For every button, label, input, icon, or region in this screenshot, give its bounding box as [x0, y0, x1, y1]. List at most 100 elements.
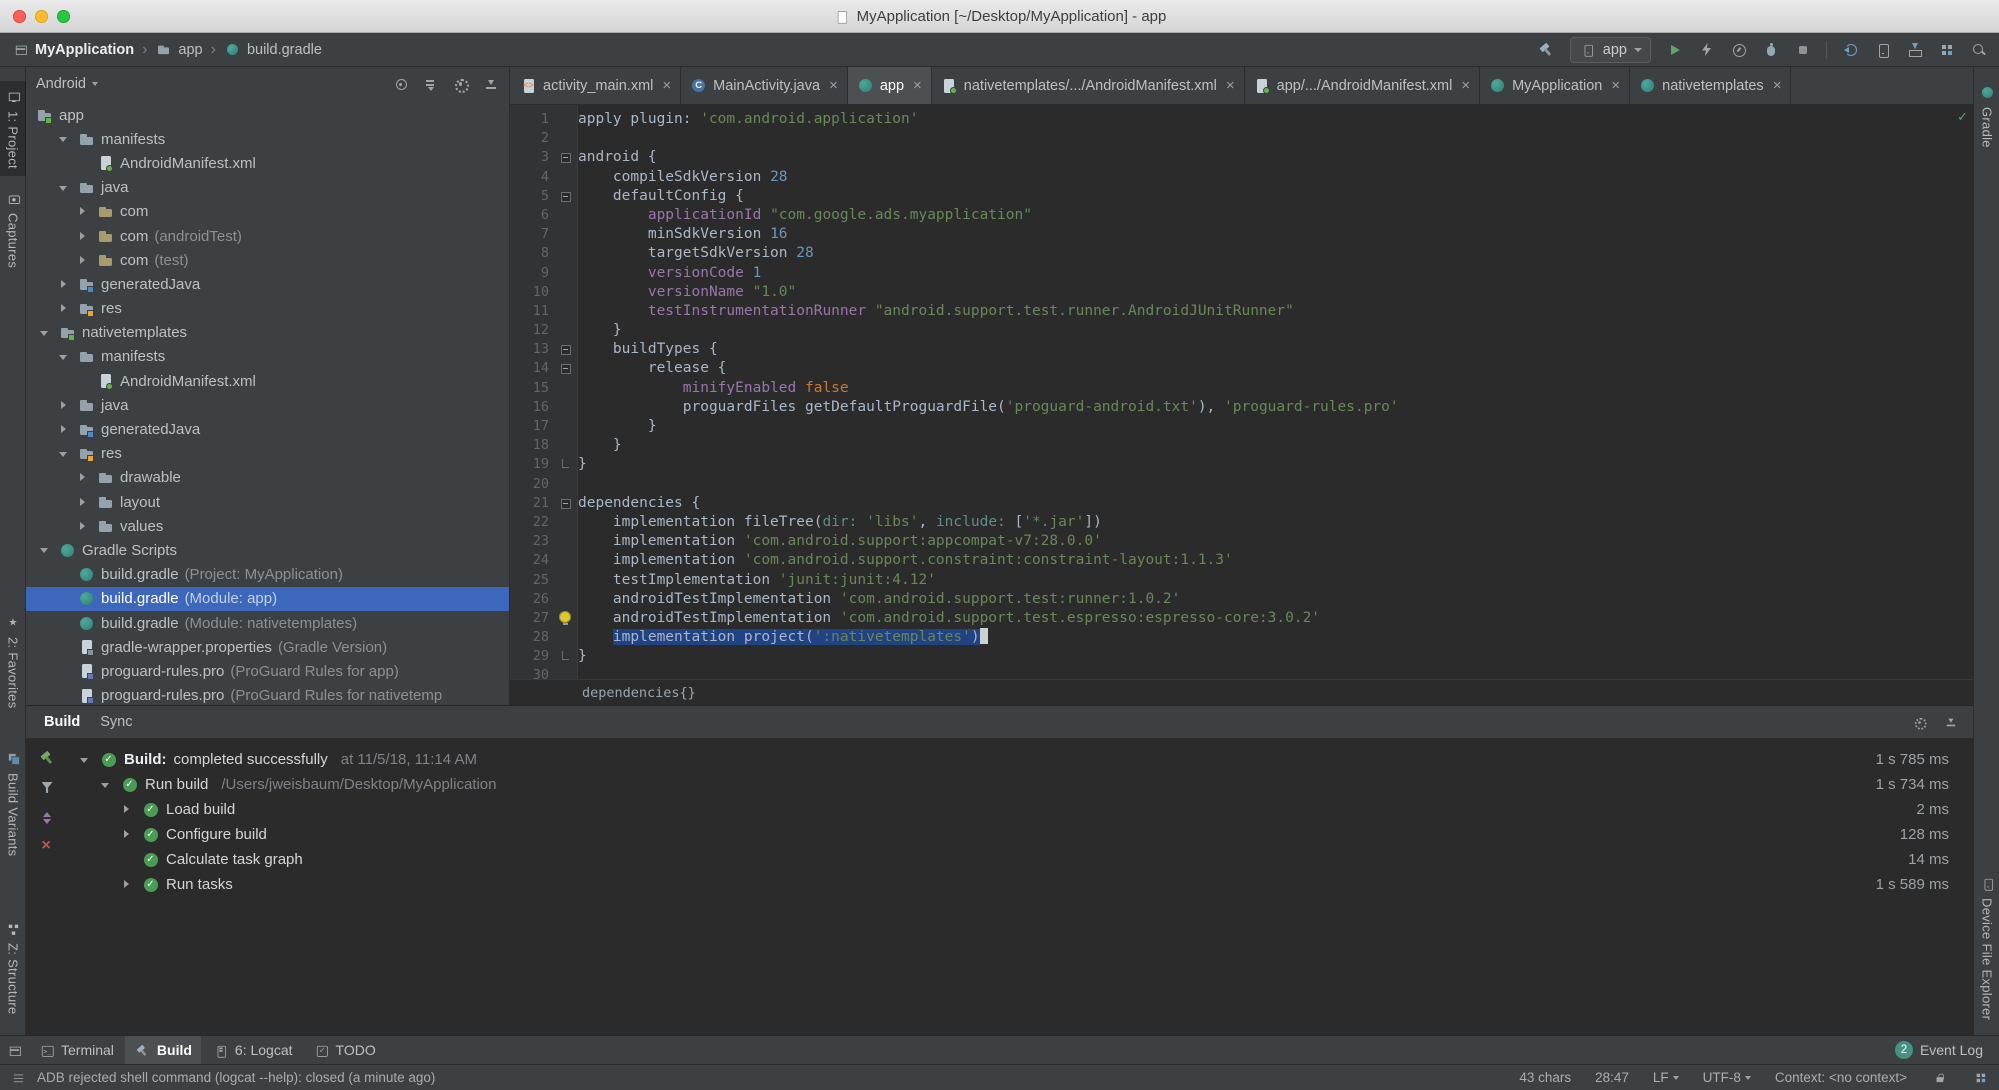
tree-item[interactable]: AndroidManifest.xml [26, 151, 509, 175]
tab-build[interactable]: Build [34, 706, 90, 738]
editor-tab[interactable]: app × [847, 67, 932, 104]
chevron-down-icon[interactable] [36, 324, 53, 341]
editor-breadcrumbs[interactable]: dependencies{} [510, 679, 1973, 705]
tree-item[interactable]: proguard-rules.pro (ProGuard Rules for ap… [26, 659, 509, 683]
editor-tab[interactable]: <> activity_main.xml × [511, 67, 682, 104]
tool-windows-icon[interactable] [7, 1043, 21, 1057]
close-icon[interactable] [39, 837, 56, 856]
settings-icon[interactable] [452, 76, 469, 93]
tree-item[interactable]: manifests [26, 345, 509, 369]
tree-item[interactable]: layout [26, 490, 509, 514]
fold-marker-icon[interactable] [556, 359, 578, 378]
layout-inspector-icon[interactable] [1938, 41, 1955, 58]
close-icon[interactable]: × [913, 77, 922, 94]
tree-item[interactable]: generatedJava [26, 417, 509, 441]
code-line[interactable]: 8 targetSdkVersion 28 [510, 244, 1973, 263]
code-view[interactable]: 1 apply plugin: 'com.android.application'… [510, 105, 1973, 679]
tree-item[interactable]: res [26, 442, 509, 466]
minimize-window-button[interactable] [35, 9, 48, 23]
encoding-select[interactable]: UTF-8 [1703, 1070, 1751, 1085]
caret-position[interactable]: 28:47 [1595, 1070, 1629, 1085]
chevron-right-icon[interactable] [74, 518, 91, 535]
stop-icon[interactable] [1794, 41, 1811, 58]
code-line[interactable]: 16 proguardFiles getDefaultProguardFile(… [510, 398, 1973, 417]
tree-item[interactable]: manifests [26, 127, 509, 151]
context-indicator[interactable]: Context: <no context> [1775, 1070, 1907, 1085]
code-line[interactable]: 22 implementation fileTree(dir: 'libs', … [510, 513, 1973, 532]
code-line[interactable]: 21 dependencies { [510, 494, 1973, 513]
profile-icon[interactable] [1730, 41, 1747, 58]
code-line[interactable]: 3 android { [510, 148, 1973, 167]
build-tree-item[interactable]: ✓ Run tasks 1 s 589 ms [68, 872, 1973, 897]
chevron-down-icon[interactable] [55, 445, 72, 462]
tool-button-z-structure[interactable]: Z: Structure [0, 913, 26, 1022]
tree-item[interactable]: java [26, 393, 509, 417]
tool-button-device-file-explorer[interactable]: Device File Explorer [1974, 868, 1999, 1027]
code-line[interactable]: 13 buildTypes { [510, 340, 1973, 359]
breadcrumb-file[interactable]: build.gradle [224, 41, 322, 58]
filter-icon[interactable] [39, 779, 56, 796]
tree-item[interactable]: values [26, 514, 509, 538]
chevron-down-icon[interactable] [97, 776, 114, 793]
attach-debugger-icon[interactable] [1762, 41, 1779, 58]
rerun-build-icon[interactable] [39, 749, 56, 766]
locate-icon[interactable] [392, 76, 409, 93]
code-line[interactable]: 25 testImplementation 'junit:junit:4.12' [510, 571, 1973, 590]
build-hammer-icon[interactable] [1538, 41, 1555, 58]
chevron-right-icon[interactable] [74, 203, 91, 220]
breadcrumb-scope[interactable]: dependencies{} [582, 685, 696, 701]
chevron-right-icon[interactable] [74, 469, 91, 486]
fold-marker-icon[interactable] [556, 494, 578, 513]
code-line[interactable]: 14 release { [510, 359, 1973, 378]
code-line[interactable]: 17 } [510, 417, 1973, 436]
close-window-button[interactable] [13, 9, 26, 23]
breadcrumb-module[interactable]: app [155, 41, 203, 58]
code-line[interactable]: 2 [510, 129, 1973, 148]
chevron-down-icon[interactable] [76, 751, 93, 768]
tree-item[interactable]: Gradle Scripts [26, 538, 509, 562]
inspections-ok-icon[interactable]: ✓ [1957, 109, 1968, 125]
lock-icon[interactable] [1932, 1070, 1946, 1084]
chevron-right-icon[interactable] [55, 276, 72, 293]
event-log-button[interactable]: 2 Event Log [1894, 1041, 1993, 1059]
editor-tab[interactable]: C MainActivity.java × [681, 67, 848, 104]
close-icon[interactable]: × [662, 77, 671, 94]
fold-marker-icon[interactable] [556, 647, 578, 666]
tree-item[interactable]: build.gradle (Module: nativetemplates) [26, 611, 509, 635]
chevron-down-icon[interactable] [55, 348, 72, 365]
code-line[interactable]: 23 implementation 'com.android.support:a… [510, 532, 1973, 551]
tree-item[interactable]: nativetemplates [26, 321, 509, 345]
chevron-right-icon[interactable] [55, 300, 72, 317]
code-line[interactable]: 7 minSdkVersion 16 [510, 225, 1973, 244]
editor-tab[interactable]: nativetemplates × [1630, 67, 1792, 104]
tree-item[interactable]: proguard-rules.pro (ProGuard Rules for na… [26, 684, 509, 706]
close-icon[interactable]: × [829, 77, 838, 94]
build-tree-item[interactable]: ✓ Build: completed successfully at 11/5/18,… [68, 747, 1973, 772]
zoom-window-button[interactable] [57, 9, 70, 23]
code-line[interactable]: 5 defaultConfig { [510, 187, 1973, 206]
project-view-selector[interactable]: Android [36, 76, 98, 92]
code-line[interactable]: 19} [510, 455, 1973, 474]
breadcrumb-project[interactable]: MyApplication [12, 41, 134, 58]
tree-item[interactable]: build.gradle (Module: app) [26, 586, 509, 611]
code-line[interactable]: 6 applicationId "com.google.ads.myapplic… [510, 206, 1973, 225]
chevron-right-icon[interactable] [55, 421, 72, 438]
close-icon[interactable]: × [1226, 77, 1235, 94]
tool-button-captures[interactable]: Captures [0, 183, 26, 275]
sync-project-icon[interactable] [1842, 41, 1859, 58]
tool-button-build[interactable]: Build [124, 1036, 201, 1064]
tree-item[interactable]: build.gradle (Project: MyApplication) [26, 563, 509, 587]
build-tree-item[interactable]: ✓ Run build/Users/jweisbaum/Desktop/MyApp… [68, 772, 1973, 797]
avd-manager-icon[interactable] [1874, 41, 1891, 58]
close-icon[interactable]: × [1611, 77, 1620, 94]
editor-tab[interactable]: app/.../AndroidManifest.xml × [1245, 67, 1481, 104]
intention-bulb-icon[interactable] [559, 610, 571, 626]
build-tree-item[interactable]: ✓ Load build 2 ms [68, 797, 1973, 822]
chevron-right-icon[interactable] [74, 228, 91, 245]
tab-sync[interactable]: Sync [90, 706, 142, 738]
code-line[interactable]: 10 versionName "1.0" [510, 283, 1973, 302]
editor-pane[interactable]: 1 apply plugin: 'com.android.application'… [510, 105, 1973, 679]
build-tree-item[interactable]: ✓ Configure build 128 ms [68, 822, 1973, 847]
tool-button-gradle[interactable]: Gradle [1974, 77, 1999, 155]
editor-tab[interactable]: nativetemplates/.../AndroidManifest.xml × [932, 67, 1245, 104]
